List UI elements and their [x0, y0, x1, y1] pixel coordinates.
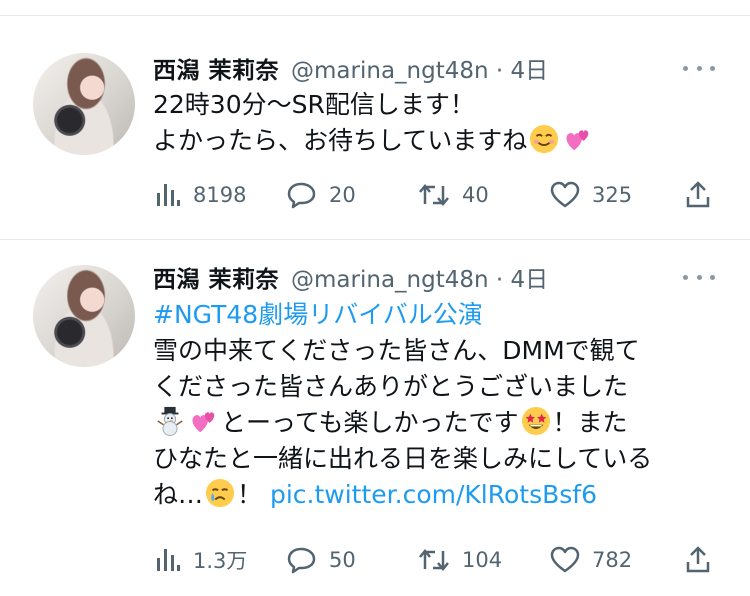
views-button[interactable]: 1.3万: [155, 543, 247, 577]
retweet-icon: [419, 549, 449, 571]
reply-button[interactable]: 50: [287, 543, 356, 577]
author-handle-time[interactable]: @marina_ngt48n · 4日: [291, 51, 548, 85]
two-hearts-emoji-icon: [192, 412, 215, 433]
views-button[interactable]: 8198: [155, 178, 246, 212]
share-button[interactable]: [685, 178, 711, 212]
retweet-icon: [419, 184, 449, 206]
tweet-line: 22時30分〜SR配信します！: [153, 90, 475, 119]
media-link[interactable]: pic.twitter.com/KlRotsBsf6: [270, 480, 597, 509]
reply-icon: [287, 547, 316, 574]
star-struck-emoji-icon: [521, 406, 550, 436]
snowman-emoji-icon: [157, 406, 183, 436]
smiling-face-emoji-icon: [530, 124, 559, 154]
more-icon[interactable]: [683, 62, 715, 74]
reply-count: 20: [329, 183, 356, 207]
more-icon[interactable]: [683, 271, 715, 283]
two-hearts-emoji-icon: [566, 130, 589, 151]
tweet-1[interactable]: 西潟 茉莉奈 @marina_ngt48n · 4日 22時30分〜SR配信しま…: [0, 16, 750, 239]
like-icon: [550, 181, 580, 208]
views-icon: [157, 184, 180, 206]
like-button[interactable]: 325: [550, 178, 632, 212]
reply-count: 50: [329, 548, 356, 572]
like-button[interactable]: 782: [550, 543, 632, 577]
reply-icon: [287, 182, 316, 209]
retweet-button[interactable]: 104: [418, 543, 502, 577]
like-icon: [550, 546, 580, 573]
avatar[interactable]: [33, 265, 135, 367]
action-bar: 1.3万 50 104 782: [0, 543, 750, 577]
tweet-line: #NGT48劇場リバイバル公演: [153, 297, 728, 333]
share-button[interactable]: [685, 543, 711, 577]
views-icon: [157, 549, 180, 571]
action-bar: 8198 20 40 325: [0, 178, 750, 212]
views-count: 8198: [193, 183, 247, 207]
tweet-line: くださった皆さんありがとうございました: [153, 372, 629, 401]
hashtag-link[interactable]: #NGT48劇場リバイバル公演: [153, 300, 483, 329]
tweet-line: ね…！ pic.twitter.com/KlRotsBsf6: [153, 478, 598, 509]
tweet-text: 22時30分〜SR配信します！ よかったら、お待ちしていますね: [153, 87, 728, 159]
tweet-text: #NGT48劇場リバイバル公演 雪の中来てくださった皆さん、DMMで観て くださ…: [153, 297, 728, 513]
reply-button[interactable]: 20: [287, 178, 356, 212]
retweet-count: 104: [462, 548, 503, 572]
author-handle-time[interactable]: @marina_ngt48n · 4日: [291, 260, 548, 294]
tweet-line: ひなたと一緒に出れる日を楽しみにしている: [153, 444, 653, 473]
like-count: 325: [592, 183, 633, 207]
tweet-line: よかったら、お待ちしていますね: [153, 123, 728, 159]
tweet-2[interactable]: 西潟 茉莉奈 @marina_ngt48n · 4日 #NGT48劇場リバイバル…: [0, 240, 750, 596]
tweet-line: 雪の中来てくださった皆さん、DMMで観て: [153, 336, 640, 365]
avatar[interactable]: [33, 53, 135, 155]
retweet-count: 40: [462, 183, 489, 207]
crying-face-emoji-icon: [205, 478, 235, 508]
tweet-line: とーっても楽しかったです ！また: [153, 405, 728, 441]
author-name[interactable]: 西潟 茉莉奈: [153, 51, 279, 85]
views-count: 1.3万: [193, 549, 248, 573]
author-name[interactable]: 西潟 茉莉奈: [153, 260, 279, 294]
tweet-header: 西潟 茉莉奈 @marina_ngt48n · 4日: [153, 257, 548, 297]
share-icon: [686, 181, 710, 208]
retweet-button[interactable]: 40: [418, 178, 489, 212]
share-icon: [686, 546, 710, 573]
like-count: 782: [592, 548, 633, 572]
tweet-header: 西潟 茉莉奈 @marina_ngt48n · 4日: [153, 48, 548, 88]
